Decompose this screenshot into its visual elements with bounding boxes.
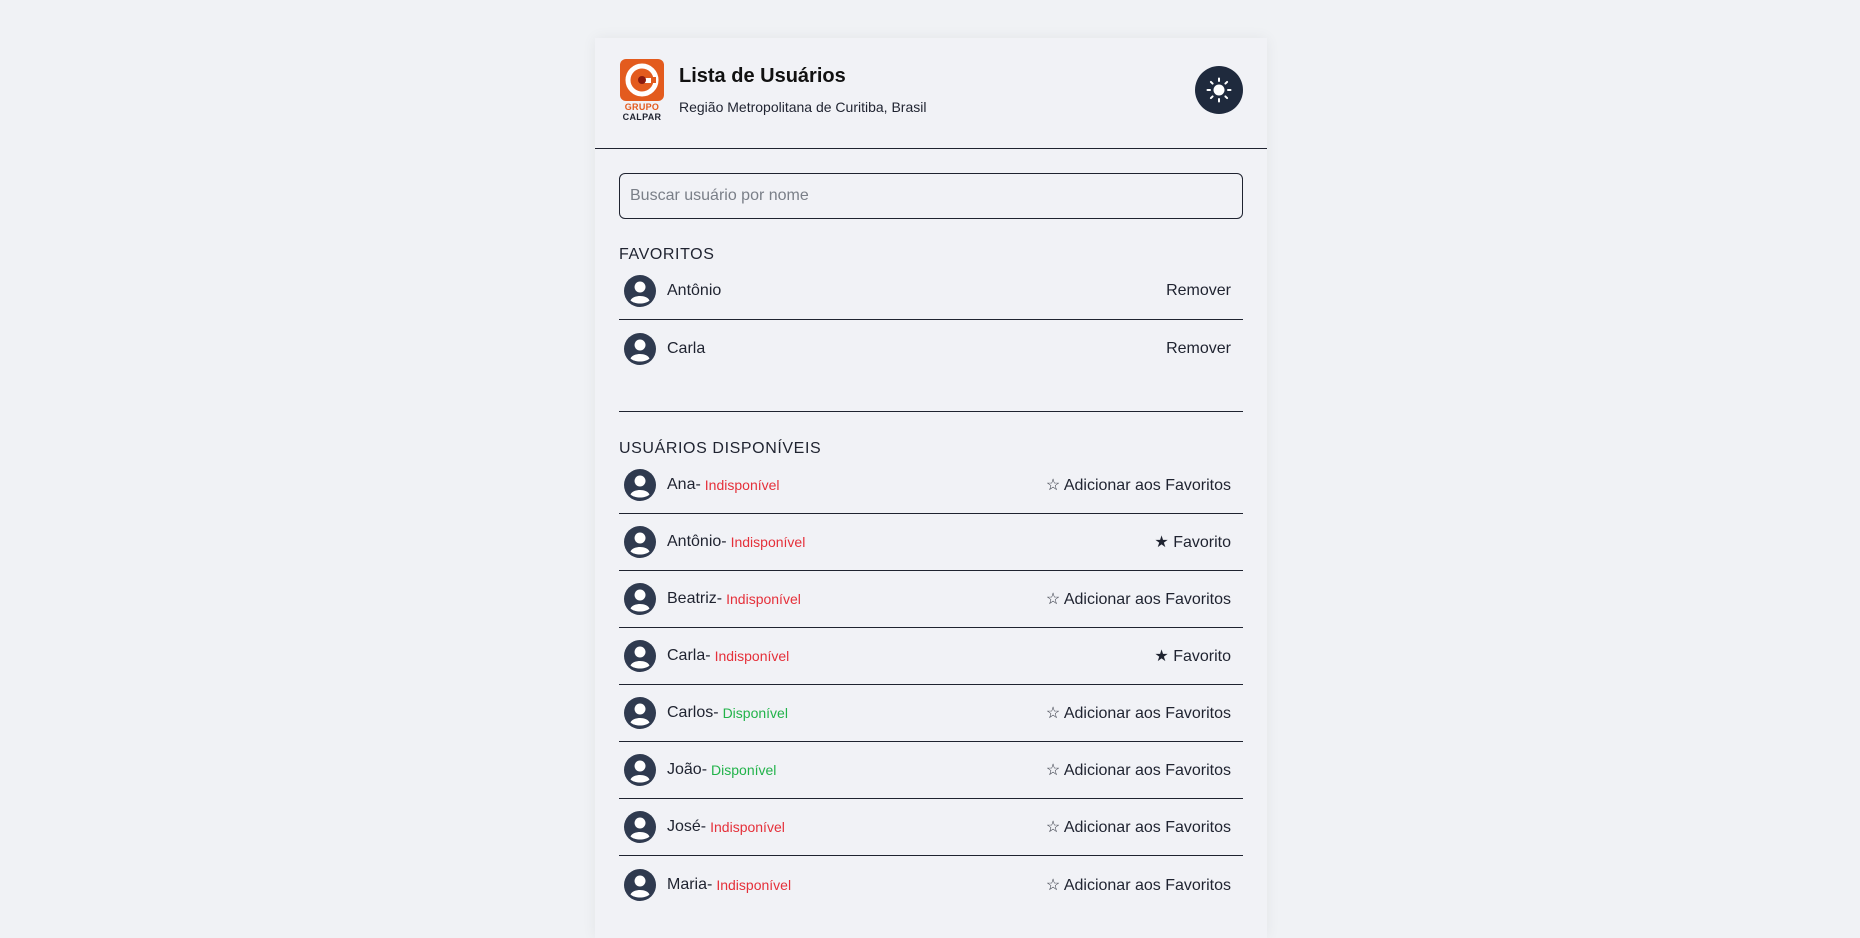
status-badge: Indisponível [704, 477, 780, 493]
logo-badge [620, 59, 664, 101]
favorites-list: Antônio Remover Carla Remover [619, 263, 1243, 377]
favorite-button[interactable]: ★ Favorito [1154, 646, 1231, 666]
user-avatar-icon [624, 697, 656, 729]
search-input[interactable] [619, 173, 1243, 219]
remove-favorite-button[interactable]: Remover [1166, 340, 1231, 358]
user-avatar-icon [624, 811, 656, 843]
page-title: Lista de Usuários [679, 65, 846, 87]
user-avatar-icon [624, 583, 656, 615]
separator: - [705, 647, 711, 664]
logo-text-bottom: CALPAR [622, 112, 662, 122]
user-list-panel: GRUPO CALPAR Lista de Usuários Região Me… [595, 38, 1267, 938]
user-row: José - Indisponível ☆ Adicionar aos Favo… [619, 799, 1243, 856]
favorite-name: Carla [667, 339, 706, 357]
add-favorite-button[interactable]: ☆ Adicionar aos Favoritos [1046, 875, 1231, 895]
user-row: Antônio - Indisponível ★ Favorito [619, 514, 1243, 571]
user-avatar-icon [624, 754, 656, 786]
user-avatar-icon [624, 526, 656, 558]
separator: - [701, 761, 708, 778]
available-users-title: USUÁRIOS DISPONÍVEIS [619, 440, 822, 457]
add-favorite-button[interactable]: ☆ Adicionar aos Favoritos [1046, 817, 1231, 837]
favorites-title: FAVORITOS [619, 246, 715, 263]
favorite-item: Antônio Remover [619, 263, 1243, 320]
separator: - [721, 533, 727, 550]
separator: - [700, 818, 707, 835]
user-row: Ana - Indisponível ☆ Adicionar aos Favor… [619, 457, 1243, 514]
separator: - [716, 590, 723, 607]
user-name: Carlos [667, 704, 714, 721]
user-name: Maria [667, 875, 708, 893]
user-avatar-icon [624, 469, 656, 501]
user-name: Beatriz [667, 590, 717, 607]
add-favorite-button[interactable]: ☆ Adicionar aos Favoritos [1046, 703, 1231, 723]
user-avatar-icon [624, 275, 656, 307]
status-badge: Indisponível [726, 591, 801, 607]
sun-icon [1206, 77, 1232, 103]
user-name: Ana [667, 476, 696, 493]
logo-g-icon [625, 63, 659, 97]
add-favorite-button[interactable]: ☆ Adicionar aos Favoritos [1046, 589, 1231, 609]
user-avatar-icon [624, 332, 656, 365]
theme-toggle-button[interactable] [1195, 66, 1243, 114]
status-badge: Disponível [722, 705, 788, 721]
page-subtitle: Região Metropolitana de Curitiba, Brasil [679, 99, 927, 115]
user-row: Carlos - Disponível ☆ Adicionar aos Favo… [619, 685, 1243, 742]
user-avatar-icon [624, 640, 656, 672]
section-divider [619, 411, 1243, 412]
separator: - [707, 875, 713, 893]
logo-text-top: GRUPO [624, 102, 660, 112]
favorite-name: Antônio [667, 282, 722, 299]
available-users-list: Ana - Indisponível ☆ Adicionar aos Favor… [619, 457, 1243, 913]
company-logo: GRUPO CALPAR [620, 59, 664, 123]
remove-favorite-button[interactable]: Remover [1166, 282, 1231, 300]
status-badge: Indisponível [716, 876, 792, 893]
user-name: José [667, 818, 701, 835]
status-badge: Indisponível [710, 819, 785, 835]
favorite-button[interactable]: ★ Favorito [1154, 532, 1231, 552]
user-row: Maria - Indisponível ☆ Adicionar aos Fav… [619, 856, 1243, 913]
add-favorite-button[interactable]: ☆ Adicionar aos Favoritos [1046, 475, 1231, 495]
header: GRUPO CALPAR Lista de Usuários Região Me… [595, 38, 1267, 149]
add-favorite-button[interactable]: ☆ Adicionar aos Favoritos [1046, 760, 1231, 780]
favorite-item: Carla Remover [619, 320, 1243, 377]
user-row: Beatriz - Indisponível ☆ Adicionar aos F… [619, 571, 1243, 628]
separator: - [713, 704, 719, 721]
user-avatar-icon [624, 868, 656, 901]
status-badge: Disponível [711, 762, 777, 778]
user-name: Antônio [667, 533, 722, 550]
user-name: João [667, 761, 702, 778]
status-badge: Indisponível [730, 534, 806, 550]
separator: - [695, 476, 701, 493]
user-name: Carla [667, 647, 706, 664]
status-badge: Indisponível [714, 648, 790, 664]
user-row: João - Disponível ☆ Adicionar aos Favori… [619, 742, 1243, 799]
user-row: Carla - Indisponível ★ Favorito [619, 628, 1243, 685]
